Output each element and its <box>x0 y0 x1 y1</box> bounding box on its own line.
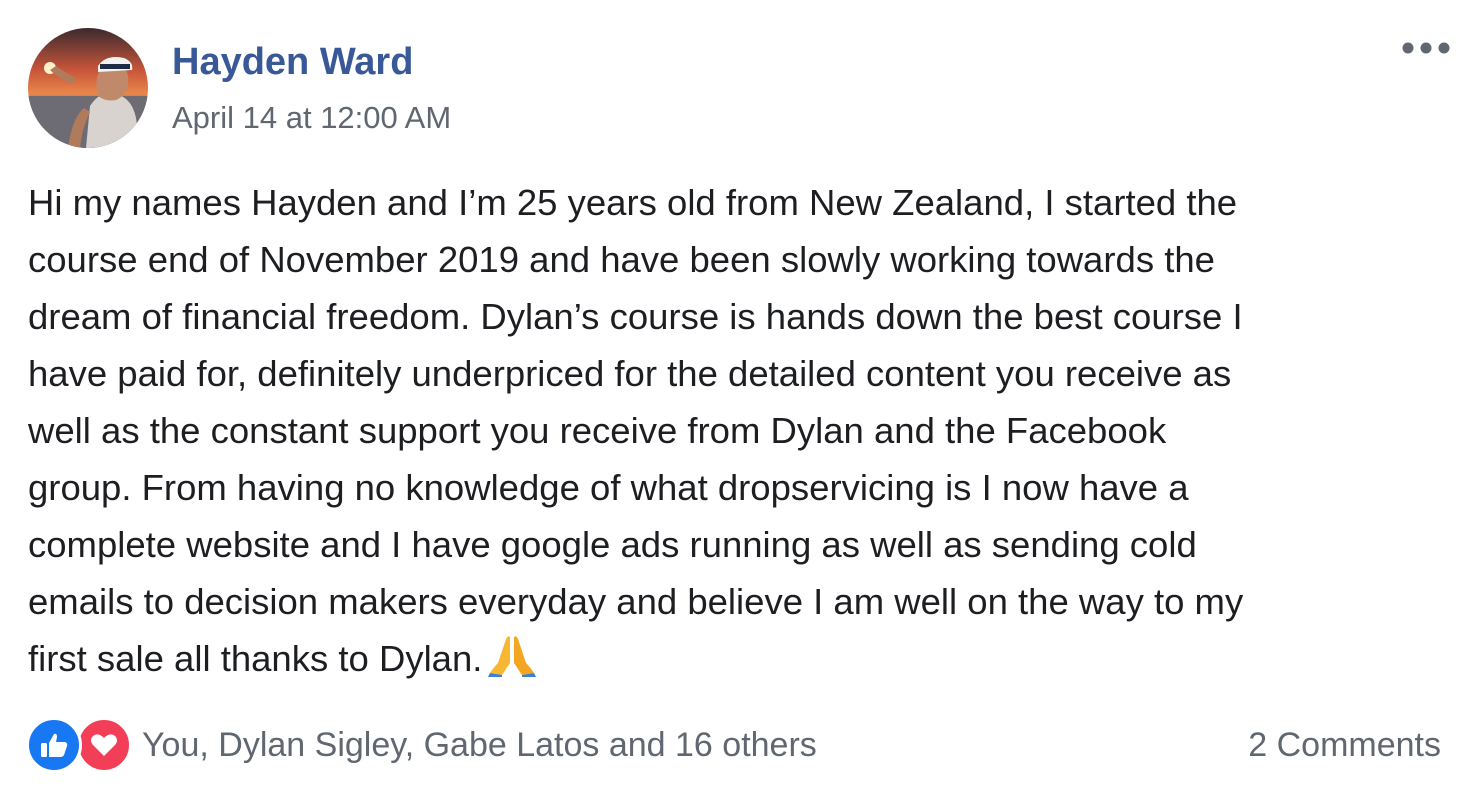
post-body-line: group. From having no knowledge of what … <box>28 467 1189 508</box>
avatar-photo <box>28 28 148 148</box>
post-body: Hi my names Hayden and I’m 25 years old … <box>28 174 1448 693</box>
reactors-summary[interactable]: You, Dylan Sigley, Gabe Latos and 16 oth… <box>142 726 817 765</box>
post-body-line: dream of financial freedom. Dylan’s cour… <box>28 296 1243 337</box>
post-body-line: complete website and I have google ads r… <box>28 524 1197 565</box>
post-body-line: emails to decision makers everyday and b… <box>28 581 1244 622</box>
post-body-line: Hi my names Hayden and I’m 25 years old … <box>28 182 1238 223</box>
post-timestamp[interactable]: April 14 at 12:00 AM <box>172 98 451 138</box>
author-avatar[interactable] <box>28 28 148 148</box>
facebook-post: Hayden Ward April 14 at 12:00 AM Hi my n… <box>0 0 1469 796</box>
post-body-line: have paid for, definitely underpriced fo… <box>28 353 1232 394</box>
folded-hands-emoji <box>488 633 537 693</box>
post-body-last-line: first sale all thanks to Dylan. <box>28 630 1448 693</box>
ellipsis-icon <box>1402 42 1450 54</box>
post-body-line: course end of November 2019 and have bee… <box>28 239 1215 280</box>
post-options-button[interactable] <box>1398 34 1454 62</box>
post-body-line: well as the constant support you receive… <box>28 410 1167 451</box>
like-icon[interactable] <box>26 717 82 773</box>
love-icon[interactable] <box>76 717 132 773</box>
author-name[interactable]: Hayden Ward <box>172 38 413 86</box>
comments-count-link[interactable]: 2 Comments <box>1248 722 1441 768</box>
post-body-line: first sale all thanks to Dylan. <box>28 638 483 679</box>
reactions-bar: You, Dylan Sigley, Gabe Latos and 16 oth… <box>26 716 817 774</box>
folded-hands-icon <box>488 636 537 677</box>
